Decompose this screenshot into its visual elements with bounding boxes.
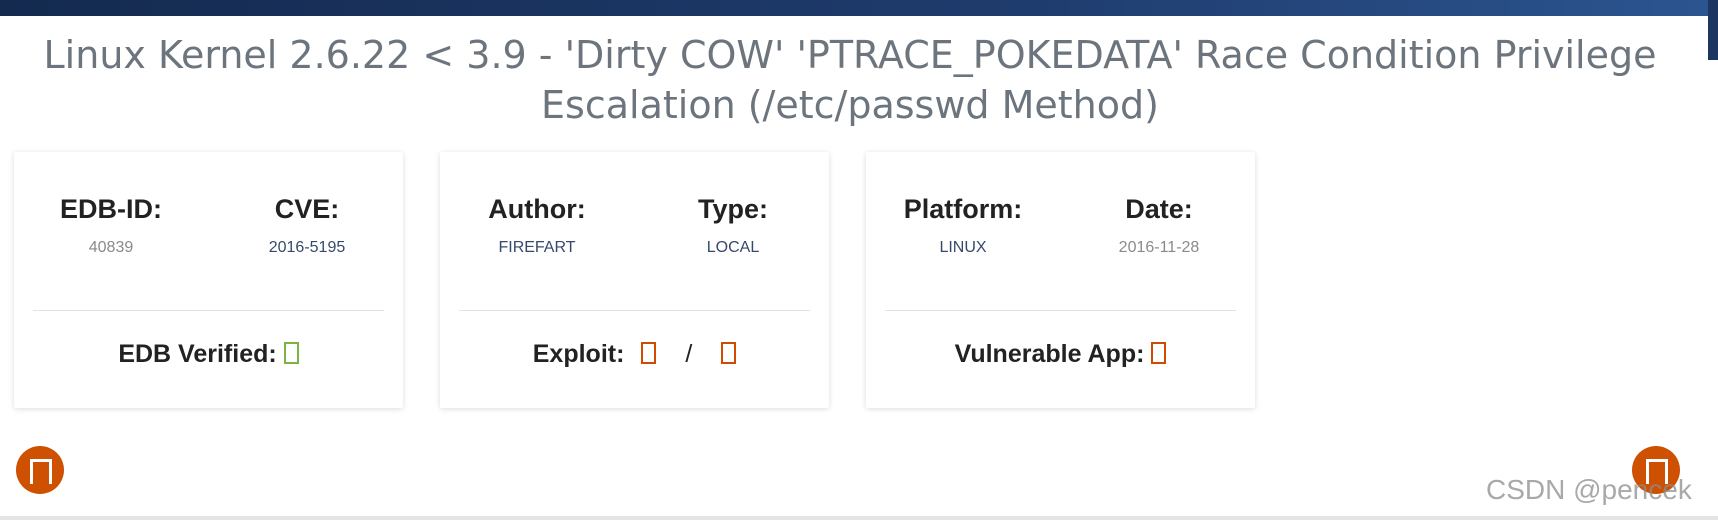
exploit-label: Exploit: bbox=[532, 340, 625, 368]
date-block: Date: 2016-11-28 bbox=[1069, 192, 1249, 258]
edb-verified-row: EDB Verified: bbox=[14, 337, 403, 371]
card-divider bbox=[885, 310, 1236, 311]
cve-block: CVE: 2016-5195 bbox=[217, 192, 397, 258]
watermark-text: CSDN @pencek bbox=[1486, 474, 1692, 505]
type-label: Type: bbox=[697, 194, 768, 224]
edb-id-block: EDB-ID: 40839 bbox=[21, 192, 201, 258]
view-icon[interactable] bbox=[721, 341, 737, 364]
edb-verified-label: EDB Verified: bbox=[118, 340, 277, 368]
author-link[interactable]: FIREFART bbox=[447, 238, 627, 258]
verified-icon bbox=[283, 341, 299, 364]
cve-link[interactable]: 2016-5195 bbox=[217, 238, 397, 258]
platform-label: Platform: bbox=[903, 194, 1023, 224]
edb-id-label: EDB-ID: bbox=[60, 194, 162, 224]
info-card-author: Author: FIREFART Type: LOCAL Exploit: / bbox=[440, 152, 829, 408]
page-bottom-border bbox=[0, 516, 1718, 520]
date-value: 2016-11-28 bbox=[1118, 239, 1200, 256]
exploit-row: Exploit: / bbox=[440, 337, 829, 371]
type-block: Type: LOCAL bbox=[643, 192, 823, 258]
top-navigation-bar bbox=[0, 0, 1718, 16]
fab-button-left[interactable] bbox=[16, 446, 64, 494]
cve-label: CVE: bbox=[274, 194, 340, 224]
edb-id-value: 40839 bbox=[88, 239, 134, 256]
exploit-separator: / bbox=[685, 340, 693, 368]
app-unavailable-icon bbox=[1151, 341, 1167, 364]
date-label: Date: bbox=[1125, 194, 1193, 224]
scrollbar-track[interactable] bbox=[1708, 0, 1718, 60]
author-block: Author: FIREFART bbox=[447, 192, 627, 258]
info-card-platform: Platform: LINUX Date: 2016-11-28 Vulnera… bbox=[866, 152, 1255, 408]
scroll-button-icon bbox=[30, 459, 52, 484]
platform-link[interactable]: LINUX bbox=[873, 238, 1053, 258]
author-label: Author: bbox=[488, 194, 586, 224]
page-title: Linux Kernel 2.6.22 < 3.9 - 'Dirty COW' … bbox=[43, 33, 1657, 127]
download-icon[interactable] bbox=[641, 341, 657, 364]
card-divider bbox=[33, 310, 384, 311]
platform-block: Platform: LINUX bbox=[873, 192, 1053, 258]
vulnerable-app-row: Vulnerable App: bbox=[866, 337, 1255, 371]
info-card-id: EDB-ID: 40839 CVE: 2016-5195 EDB Verifie… bbox=[14, 152, 403, 408]
card-divider bbox=[459, 310, 810, 311]
type-link[interactable]: LOCAL bbox=[643, 238, 823, 258]
vulnerable-app-label: Vulnerable App: bbox=[954, 340, 1145, 368]
